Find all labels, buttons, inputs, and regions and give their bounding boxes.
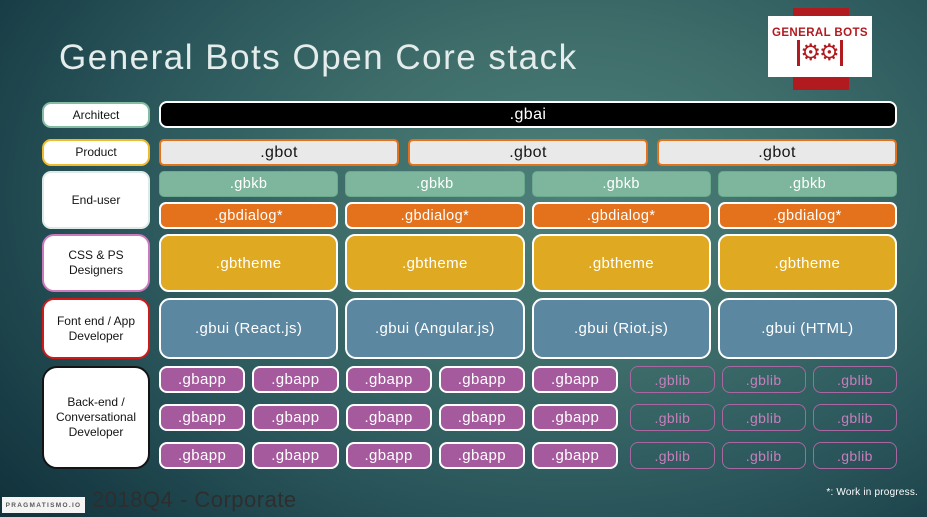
gbtheme-box: .gbtheme [531, 234, 711, 292]
gbapp-box: .gbapp [532, 404, 619, 431]
general-bots-logo: GENERAL BOTS ⚙ ⚙ [768, 16, 872, 77]
gbot-box: .gbot [408, 139, 648, 166]
row-gbui: .gbui (React.js) .gbui (Angular.js) .gbu… [159, 298, 897, 359]
gbui-riot-box: .gbui (Riot.js) [531, 298, 711, 359]
gblib-box: .gblib [812, 442, 897, 469]
gbkb-box: .gbkb [717, 171, 897, 197]
gbapp-box: .gbapp [532, 442, 619, 469]
gbkb-box: .gbkb [345, 171, 525, 197]
gbui-angular-box: .gbui (Angular.js) [345, 298, 525, 359]
gear-bar-right [839, 40, 843, 66]
gblib-box: .gblib [630, 366, 715, 393]
row-gbot: .gbot .gbot .gbot [159, 139, 897, 166]
role-label-architect: Architect [42, 102, 150, 128]
gbkb-box: .gbkb [159, 171, 339, 197]
slide-canvas: General Bots Open Core stack GENERAL BOT… [0, 0, 927, 517]
gbtheme-box: .gbtheme [345, 234, 525, 292]
row-backend-1: .gbapp .gbapp .gbapp .gbapp .gbapp .gbli… [159, 366, 897, 393]
gblib-box: .gblib [721, 366, 806, 393]
gbot-box: .gbot [159, 139, 399, 166]
gbdialog-box: .gbdialog* [345, 202, 525, 229]
gear-icon: ⚙ [819, 39, 840, 66]
gbkb-box: .gbkb [531, 171, 711, 197]
gears-icon: ⚙ ⚙ [796, 40, 843, 66]
gblib-box: .gblib [630, 404, 715, 431]
logo-wordmark: GENERAL BOTS [772, 27, 868, 39]
gblib-box: .gblib [721, 404, 806, 431]
row-backend-2: .gbapp .gbapp .gbapp .gbapp .gbapp .gbli… [159, 404, 897, 431]
page-title: General Bots Open Core stack [59, 38, 578, 77]
gbapp-box: .gbapp [252, 442, 339, 469]
role-label-product: Product [42, 139, 150, 166]
gbapp-box: .gbapp [159, 366, 246, 393]
gbapp-box: .gbapp [252, 404, 339, 431]
gear-icon: ⚙ [800, 39, 821, 66]
row-gbdialog: .gbdialog* .gbdialog* .gbdialog* .gbdial… [159, 202, 897, 229]
role-label-designers: CSS & PS Designers [42, 234, 150, 292]
gblib-box: .gblib [630, 442, 715, 469]
gblib-box: .gblib [812, 366, 897, 393]
role-label-backend-developer: Back-end / Conversational Developer [42, 366, 150, 469]
gbot-box: .gbot [657, 139, 897, 166]
work-in-progress-note: *: Work in progress. [826, 487, 918, 498]
gbapp-box: .gbapp [438, 442, 525, 469]
gbtheme-box: .gbtheme [717, 234, 897, 292]
row-backend-3: .gbapp .gbapp .gbapp .gbapp .gbapp .gbli… [159, 442, 897, 469]
slide-edition-label: 2018Q4 - Corporate [92, 487, 297, 512]
gbui-react-box: .gbui (React.js) [159, 298, 339, 359]
gbapp-box: .gbapp [345, 404, 432, 431]
gbdialog-box: .gbdialog* [531, 202, 711, 229]
gbapp-box: .gbapp [438, 366, 525, 393]
row-gbai: .gbai [159, 101, 897, 128]
gbapp-box: .gbapp [159, 404, 246, 431]
pragmatismo-logo: PRAGMATISMO.IO [2, 497, 85, 513]
gbui-html-box: .gbui (HTML) [717, 298, 897, 359]
gbapp-box: .gbapp [438, 404, 525, 431]
gblib-box: .gblib [812, 404, 897, 431]
gbapp-box: .gbapp [345, 442, 432, 469]
gbapp-box: .gbapp [532, 366, 619, 393]
gbdialog-box: .gbdialog* [717, 202, 897, 229]
gbapp-box: .gbapp [252, 366, 339, 393]
role-label-end-user: End-user [42, 171, 150, 229]
role-label-frontend-developer: Font end / App Developer [42, 298, 150, 359]
gbapp-box: .gbapp [345, 366, 432, 393]
gblib-box: .gblib [721, 442, 806, 469]
gbai-box: .gbai [159, 101, 897, 128]
gbapp-box: .gbapp [159, 442, 246, 469]
gbdialog-box: .gbdialog* [159, 202, 339, 229]
row-gbkb: .gbkb .gbkb .gbkb .gbkb [159, 171, 897, 197]
row-gbtheme: .gbtheme .gbtheme .gbtheme .gbtheme [159, 234, 897, 292]
gbtheme-box: .gbtheme [159, 234, 339, 292]
